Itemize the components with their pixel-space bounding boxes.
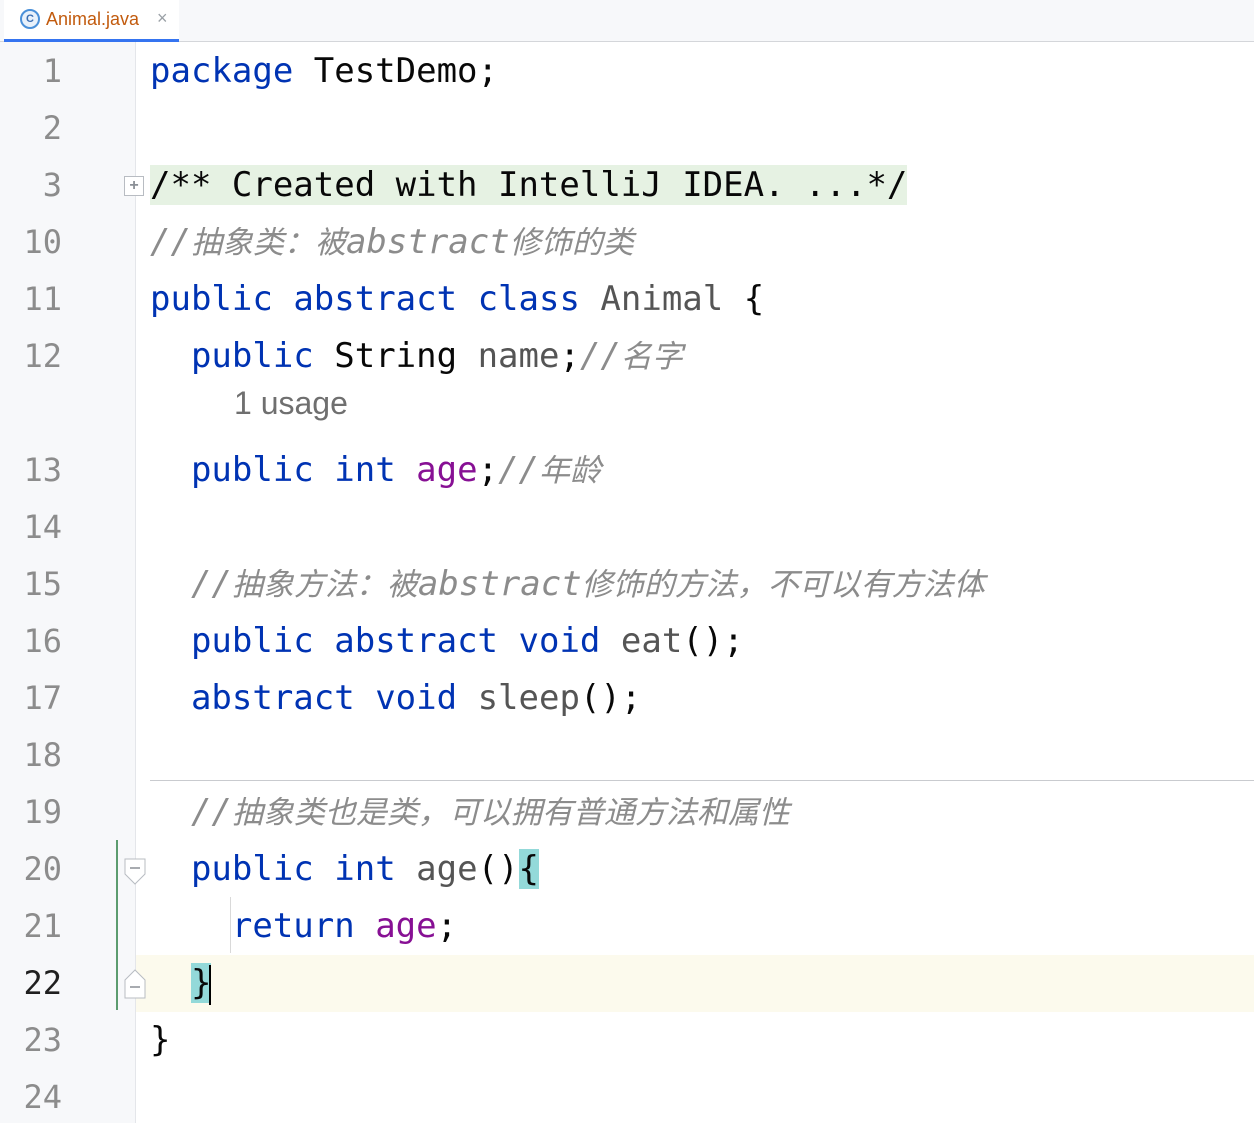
code-line-17[interactable]: abstract void sleep(); bbox=[150, 670, 641, 727]
tab-animal-java[interactable]: C Animal.java × bbox=[4, 0, 179, 42]
code-line-11[interactable]: public abstract class Animal { bbox=[150, 271, 764, 328]
code-line-15[interactable]: //抽象方法：被abstract修饰的方法，不可以有方法体 bbox=[150, 556, 985, 613]
line-number: 2 bbox=[42, 109, 62, 147]
line-number-current: 22 bbox=[23, 964, 62, 1002]
code-line-22[interactable]: } bbox=[150, 955, 212, 1012]
code-line-23[interactable]: } bbox=[150, 1012, 170, 1069]
line-number: 19 bbox=[23, 793, 62, 831]
line-number: 16 bbox=[23, 622, 62, 660]
line-number: 10 bbox=[23, 223, 62, 261]
usage-hint[interactable]: 1 usage bbox=[234, 385, 348, 442]
code-line-12[interactable]: public String name;//名字 bbox=[150, 328, 683, 385]
line-number: 11 bbox=[23, 280, 62, 318]
folded-comment[interactable]: /** Created with IntelliJ IDEA. ...*/ bbox=[150, 165, 908, 205]
code-line-13[interactable]: public int age;//年龄 bbox=[150, 442, 601, 499]
line-number: 14 bbox=[23, 508, 62, 546]
line-number: 3 bbox=[42, 166, 62, 204]
code-line-19[interactable]: //抽象类也是类，可以拥有普通方法和属性 bbox=[150, 784, 790, 841]
text-caret bbox=[209, 964, 212, 1005]
line-number: 20 bbox=[23, 850, 62, 888]
java-class-icon: C bbox=[20, 9, 40, 29]
editor-tab-bar: C Animal.java × bbox=[0, 0, 1254, 42]
line-number: 24 bbox=[23, 1078, 62, 1116]
code-line-10[interactable]: //抽象类：被abstract修饰的类 bbox=[150, 214, 634, 271]
code-line-3[interactable]: /** Created with IntelliJ IDEA. ...*/ bbox=[150, 157, 908, 214]
line-number: 23 bbox=[23, 1021, 62, 1059]
vcs-change-marker[interactable] bbox=[116, 840, 118, 1010]
line-number: 15 bbox=[23, 565, 62, 603]
line-number: 1 bbox=[42, 52, 62, 90]
line-number: 18 bbox=[23, 736, 62, 774]
line-number: 13 bbox=[23, 451, 62, 489]
fold-end-icon[interactable] bbox=[124, 966, 152, 1000]
matched-brace-open: { bbox=[518, 849, 540, 889]
line-number: 21 bbox=[23, 907, 62, 945]
close-icon[interactable]: × bbox=[157, 8, 168, 29]
line-number: 12 bbox=[23, 337, 62, 375]
fold-start-icon[interactable] bbox=[124, 858, 152, 888]
code-line-21[interactable]: return age; bbox=[150, 898, 457, 955]
line-number: 17 bbox=[23, 679, 62, 717]
code-line-16[interactable]: public abstract void eat(); bbox=[150, 613, 744, 670]
code-line-1[interactable]: package TestDemo; bbox=[150, 43, 498, 100]
expand-fold-icon[interactable]: + bbox=[124, 176, 144, 196]
method-separator bbox=[150, 780, 1254, 781]
tab-label: Animal.java bbox=[46, 9, 140, 29]
matched-brace-close: } bbox=[190, 963, 212, 1003]
code-line-20[interactable]: public int age(){ bbox=[150, 841, 540, 898]
